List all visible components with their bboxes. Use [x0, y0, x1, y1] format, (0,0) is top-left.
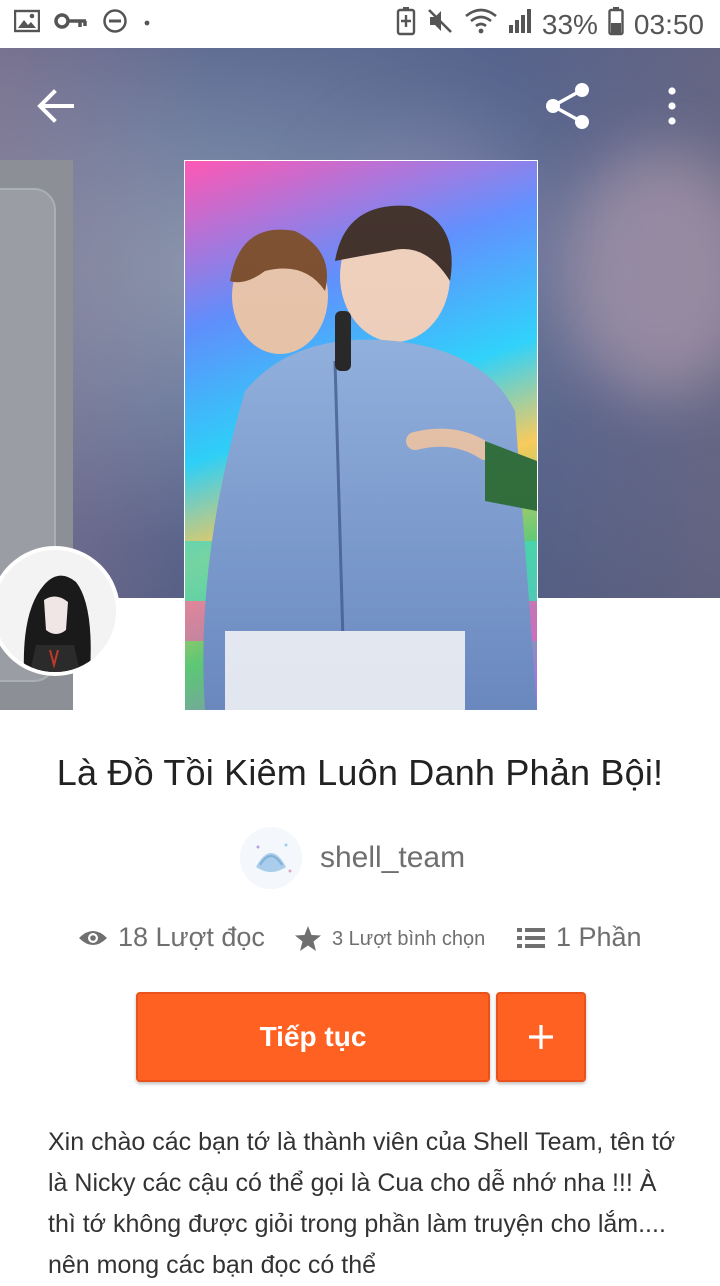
more-options-button[interactable] — [660, 84, 684, 128]
story-title: Là Đồ Tồi Kiêm Luôn Danh Phản Bội! — [56, 752, 664, 793]
key-icon — [54, 11, 88, 36]
add-to-library-button[interactable] — [496, 992, 586, 1082]
votes-stat: 3 Lượt bình chọn — [294, 925, 485, 953]
wifi-icon — [464, 7, 498, 42]
image-icon — [13, 9, 41, 38]
continue-reading-button[interactable]: Tiếp tục — [136, 992, 490, 1082]
back-arrow-icon — [37, 89, 74, 123]
battery-percent: 33% — [541, 8, 598, 40]
story-cover-image — [184, 160, 538, 711]
reads-stat: 18 Lượt đọc — [78, 922, 265, 953]
do-not-disturb-icon — [102, 8, 128, 39]
author-row[interactable]: shell_team — [240, 826, 465, 890]
battery-saver-icon — [396, 6, 416, 43]
share-button[interactable] — [542, 80, 594, 132]
votes-count: 3 Lượt bình chọn — [332, 927, 486, 950]
story-stats: 18 Lượt đọc 3 Lượt bình chọn 1 Phần — [0, 922, 720, 966]
share-icon — [546, 83, 589, 129]
mute-icon — [426, 7, 454, 42]
back-button[interactable] — [34, 84, 78, 128]
battery-icon — [608, 6, 624, 43]
reads-count: 18 Lượt đọc — [118, 922, 265, 952]
parts-count: 1 Phần — [556, 922, 642, 952]
avatar[interactable] — [0, 546, 120, 676]
author-avatar[interactable] — [240, 827, 302, 889]
parts-stat: 1 Phần — [516, 922, 642, 953]
status-bar: 33% 03:50 — [0, 0, 720, 48]
star-icon — [295, 926, 321, 951]
plus-icon — [529, 1025, 553, 1049]
list-icon — [517, 927, 545, 948]
clock: 03:50 — [633, 8, 704, 40]
story-description: Xin chào các bạn tớ là thành viên của Sh… — [48, 1128, 676, 1279]
signal-icon — [508, 7, 532, 42]
eye-icon — [79, 930, 107, 945]
dot-icon — [142, 15, 152, 33]
more-vertical-icon — [668, 87, 676, 125]
author-name[interactable]: shell_team — [320, 841, 465, 875]
